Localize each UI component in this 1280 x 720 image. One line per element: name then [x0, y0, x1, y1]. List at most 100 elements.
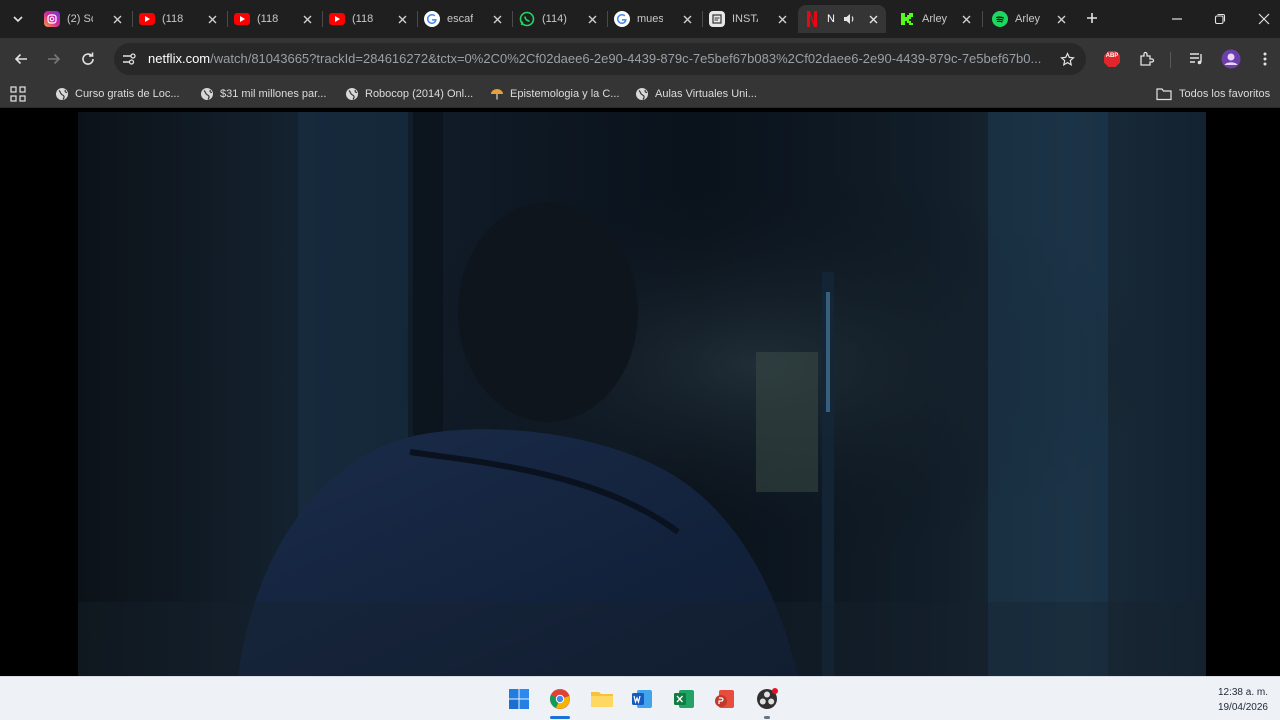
- arrow-right-icon: [48, 53, 61, 65]
- bookmark-robocop[interactable]: Robocop (2014) Onl...: [345, 85, 473, 103]
- close-tab-icon[interactable]: [959, 12, 973, 26]
- close-tab-icon[interactable]: [1054, 12, 1068, 26]
- close-window-button[interactable]: [1251, 6, 1277, 32]
- adblock-plus-extension[interactable]: ABP: [1101, 48, 1123, 70]
- url-text: netflix.com/watch/81043665?trackId=28461…: [148, 51, 1044, 66]
- tab-divider: [982, 11, 983, 27]
- netflix-video-player[interactable]: [0, 108, 1280, 676]
- tab-title: Arley: [922, 13, 948, 25]
- bookmark-curso[interactable]: Curso gratis de Loc...: [55, 85, 180, 103]
- bookmarks-bar: Curso gratis de Loc... $31 mil millones …: [0, 80, 1280, 108]
- file-explorer-icon[interactable]: [588, 685, 616, 713]
- close-tab-icon[interactable]: [110, 12, 124, 26]
- word-icon[interactable]: [628, 685, 656, 713]
- tab-search-button[interactable]: [6, 7, 30, 31]
- folder-icon: [1156, 87, 1172, 101]
- bookmark-label: Robocop (2014) Onl...: [365, 88, 474, 100]
- arrow-left-icon: [14, 53, 27, 65]
- close-tab-icon[interactable]: [300, 12, 314, 26]
- reload-icon: [82, 52, 94, 65]
- kick-icon: [899, 11, 915, 27]
- restore-button[interactable]: [1207, 6, 1233, 32]
- bookmark-star-icon[interactable]: [1058, 50, 1076, 68]
- system-clock[interactable]: 12:38 a. m. 19/04/2026: [1218, 685, 1268, 715]
- site-info-icon[interactable]: [120, 50, 138, 68]
- clock-date: 19/04/2026: [1217, 702, 1268, 713]
- extensions-button[interactable]: [1136, 48, 1158, 70]
- address-bar[interactable]: netflix.com/watch/81043665?trackId=28461…: [114, 43, 1086, 75]
- tab-netflix[interactable]: N: [798, 5, 886, 33]
- bookmark-millones[interactable]: $31 mil millones par...: [200, 85, 326, 103]
- bookmark-epistemologia[interactable]: Epistemologia y la C...: [490, 85, 619, 103]
- url-path: /watch/81043665?trackId=284616272&tctx=0…: [210, 51, 1042, 66]
- restore-icon: [1214, 13, 1226, 25]
- tab-google-mues[interactable]: mues: [608, 5, 700, 33]
- youtube-icon: [234, 11, 250, 27]
- browser-toolbar: netflix.com/watch/81043665?trackId=28461…: [0, 38, 1280, 80]
- tab-youtube-1[interactable]: (118: [133, 5, 225, 33]
- puzzle-icon: [1140, 51, 1155, 66]
- apps-grid-icon[interactable]: [10, 86, 26, 102]
- tab-title: INSTA: [732, 13, 758, 25]
- tab-youtube-2[interactable]: (118: [228, 5, 320, 33]
- back-button[interactable]: [8, 46, 34, 72]
- avatar-icon: [1221, 49, 1241, 69]
- close-tab-icon[interactable]: [866, 12, 880, 26]
- tab-instagram[interactable]: (2) Sc: [38, 5, 130, 33]
- close-tab-icon[interactable]: [205, 12, 219, 26]
- tab-insta-doc[interactable]: INSTA: [703, 5, 795, 33]
- close-tab-icon[interactable]: [775, 12, 789, 26]
- close-tab-icon[interactable]: [490, 12, 504, 26]
- tab-title: escaf: [447, 13, 473, 25]
- tab-title: mues: [637, 13, 663, 25]
- obs-icon[interactable]: [753, 685, 781, 719]
- close-tab-icon[interactable]: [680, 12, 694, 26]
- chrome-icon[interactable]: [546, 685, 574, 719]
- video-scene: [78, 112, 1206, 676]
- google-icon: [424, 11, 440, 27]
- windows-taskbar: 12:38 a. m. 19/04/2026: [0, 676, 1280, 720]
- url-host: netflix.com: [148, 51, 211, 66]
- close-tab-icon[interactable]: [395, 12, 409, 26]
- tab-whatsapp[interactable]: (114): [513, 5, 605, 33]
- all-bookmarks-label: Todos los favoritos: [1179, 88, 1271, 100]
- globe-icon: [635, 87, 649, 101]
- tab-title: (118: [257, 13, 279, 25]
- excel-icon[interactable]: [670, 685, 698, 713]
- whatsapp-icon: [519, 11, 535, 27]
- forward-button[interactable]: [41, 46, 67, 72]
- toolbar-divider: [1170, 52, 1171, 68]
- windows-start-icon[interactable]: [505, 685, 533, 713]
- chevron-down-icon: [13, 16, 23, 23]
- spotify-icon: [992, 11, 1008, 27]
- document-icon: [709, 11, 725, 27]
- tab-google-escaf[interactable]: escaf: [418, 5, 510, 33]
- tab-kick[interactable]: Arley: [893, 5, 979, 33]
- google-icon: [614, 11, 630, 27]
- kebab-menu-icon: [1263, 52, 1267, 66]
- tab-spotify[interactable]: Arley: [986, 5, 1074, 33]
- netflix-icon: [804, 11, 820, 27]
- minimize-button[interactable]: [1164, 6, 1190, 32]
- pdf-icon[interactable]: [711, 685, 739, 713]
- close-tab-icon[interactable]: [585, 12, 599, 26]
- globe-icon: [345, 87, 359, 101]
- close-icon: [1258, 13, 1270, 25]
- bookmark-label: Epistemologia y la C...: [510, 88, 620, 100]
- globe-icon: [200, 87, 214, 101]
- youtube-icon: [139, 11, 155, 27]
- bookmark-aulas-virtuales[interactable]: Aulas Virtuales Uni...: [635, 85, 757, 103]
- video-frame[interactable]: [78, 112, 1206, 676]
- tab-youtube-3[interactable]: (118: [323, 5, 415, 33]
- globe-icon: [55, 87, 69, 101]
- all-bookmarks-folder[interactable]: Todos los favoritos: [1156, 85, 1270, 103]
- umbrella-icon: [490, 87, 504, 101]
- minimize-icon: [1172, 18, 1182, 20]
- profile-avatar[interactable]: [1220, 48, 1242, 70]
- reload-button[interactable]: [75, 46, 101, 72]
- new-tab-button[interactable]: [1081, 7, 1103, 29]
- tab-title: (118: [162, 13, 184, 25]
- media-controls-button[interactable]: [1186, 48, 1208, 70]
- speaker-icon[interactable]: [842, 12, 856, 31]
- menu-button[interactable]: [1254, 48, 1276, 70]
